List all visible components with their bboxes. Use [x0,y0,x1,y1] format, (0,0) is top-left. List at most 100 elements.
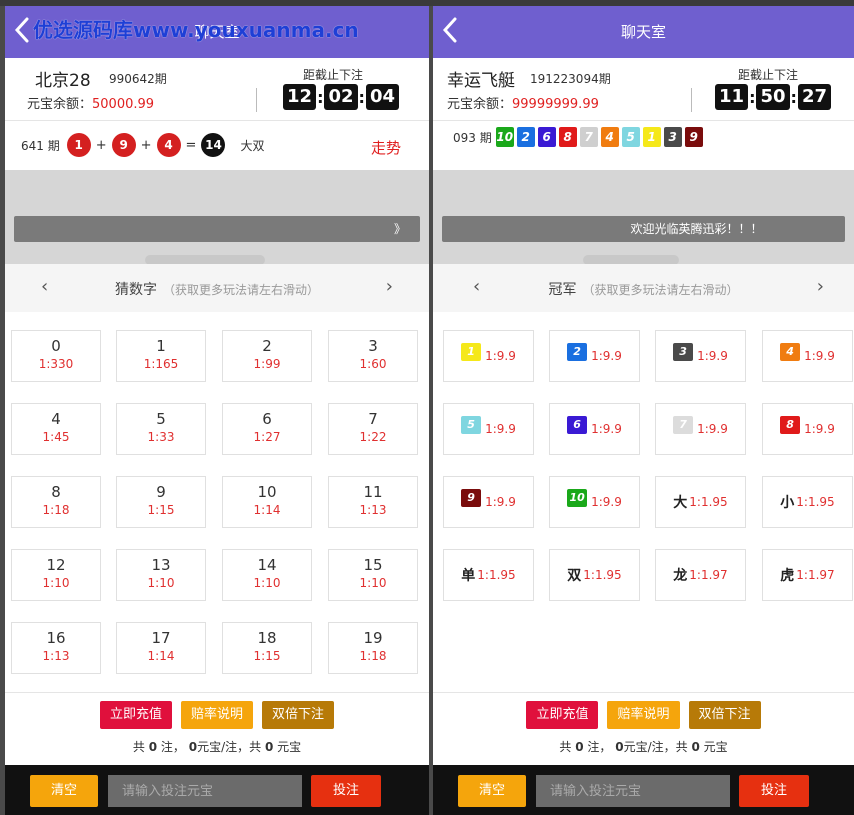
option-odds: 1:22 [359,430,387,444]
timer-minutes: 02 [324,84,358,110]
number-option[interactable]: 11 1:13 [328,476,418,528]
number-chip: 7 [673,416,694,434]
option-number: 7 [368,410,378,428]
trend-link[interactable]: 走势 [371,137,401,158]
timer-hours: 11 [715,84,749,110]
number-option[interactable]: 12 1:10 [11,549,101,601]
number-chip: 9 [461,489,482,507]
champion-option[interactable]: 单 1:1.95 [443,549,534,601]
option-odds: 1:1.95 [796,495,835,509]
champion-option[interactable]: 1 1:9.9 [443,330,534,382]
bet-amount-input[interactable] [536,775,730,807]
recharge-button[interactable]: 立即充值 [99,701,172,729]
number-option[interactable]: 4 1:45 [11,403,101,455]
draw-sum: 14 [201,133,226,157]
bet-amount-input[interactable] [108,775,302,807]
number-option[interactable]: 2 1:99 [222,330,312,382]
number-chip: 10 [567,489,588,507]
option-number: 13 [151,556,171,574]
champion-option[interactable]: 2 1:9.9 [549,330,640,382]
period-number: 191223094期 [530,72,611,86]
champion-option[interactable]: 10 1:9.9 [549,476,640,528]
champion-option[interactable]: 8 1:9.9 [762,403,853,455]
number-option[interactable]: 3 1:60 [328,330,418,382]
double-bet-button[interactable]: 双倍下注 [262,701,335,729]
option-odds: 1:15 [253,649,281,663]
number-option[interactable]: 17 1:14 [116,622,206,674]
option-odds: 1:1.95 [477,568,516,582]
option-odds: 1:1.97 [796,568,835,582]
option-odds: 1:9.9 [697,349,728,363]
number-option[interactable]: 10 1:14 [222,476,312,528]
option-word: 虎 [780,568,795,584]
champion-option[interactable]: 7 1:9.9 [655,403,746,455]
clear-button[interactable]: 清空 [458,775,526,807]
number-option[interactable]: 18 1:15 [222,622,312,674]
champion-option[interactable]: 3 1:9.9 [655,330,746,382]
champion-option[interactable]: 双 1:1.95 [549,549,640,601]
option-odds: 1:10 [147,576,175,590]
play-type-hint: （获取更多玩法请左右滑动） [582,283,739,297]
champion-option[interactable]: 虎 1:1.97 [762,549,853,601]
option-odds: 1:9.9 [804,349,835,363]
bet-button[interactable]: 投注 [311,775,381,807]
header-title: 聊天室 [620,23,666,41]
number-option[interactable]: 7 1:22 [328,403,418,455]
number-option[interactable]: 1 1:165 [116,330,206,382]
number-option[interactable]: 6 1:27 [222,403,312,455]
game-name: 幸运飞艇 [447,71,515,91]
option-odds: 1:13 [42,649,70,663]
odds-info-button[interactable]: 赔率说明 [180,701,253,729]
champion-option[interactable]: 5 1:9.9 [443,403,534,455]
double-bet-button[interactable]: 双倍下注 [688,701,761,729]
bet-button[interactable]: 投注 [739,775,809,807]
option-odds: 1:10 [253,576,281,590]
draw-chip: 7 [579,127,598,147]
play-type-tabbar: ‹ 猜数字 （获取更多玩法请左右滑动） › [5,264,429,312]
champion-option[interactable]: 小 1:1.95 [762,476,853,528]
balance-row: 元宝余额：50000.99 [27,93,154,112]
champion-option[interactable]: 6 1:9.9 [549,403,640,455]
number-option[interactable]: 16 1:13 [11,622,101,674]
countdown-timer: 12 : 02 : 04 [283,84,399,110]
option-odds: 1:1.95 [583,568,622,582]
divider [691,88,692,112]
number-option[interactable]: 15 1:10 [328,549,418,601]
option-number: 3 [368,337,378,355]
champion-option[interactable]: 4 1:9.9 [762,330,853,382]
option-odds: 1:9.9 [485,422,516,436]
deadline-label: 距截止下注 [738,68,799,82]
number-option[interactable]: 0 1:330 [11,330,101,382]
number-chip: 1 [461,343,482,361]
number-option[interactable]: 5 1:33 [116,403,206,455]
number-option[interactable]: 19 1:18 [328,622,418,674]
watermark: 优选源码库www.youxuanma.cn [33,18,359,42]
number-option[interactable]: 9 1:15 [116,476,206,528]
bet-summary: 共 0 注， 0元宝/注，共 0 元宝 [132,740,302,754]
number-option[interactable]: 13 1:10 [116,549,206,601]
option-number: 0 [51,337,61,355]
chat-message-bar: 》 [14,216,420,242]
champion-option[interactable]: 9 1:9.9 [443,476,534,528]
draw-ball: 9 [111,133,136,157]
next-arrow-icon[interactable]: › [386,276,393,297]
bottom-bar: 清空 投注 [5,765,429,815]
number-option[interactable]: 14 1:10 [222,549,312,601]
champion-option[interactable]: 大 1:1.95 [655,476,746,528]
next-arrow-icon[interactable]: › [817,276,824,297]
option-odds: 1:1.95 [689,495,728,509]
number-option[interactable]: 8 1:18 [11,476,101,528]
bet-summary: 共 0 注， 0元宝/注，共 0 元宝 [559,740,728,754]
draw-ball: 4 [156,133,181,157]
champion-option[interactable]: 龙 1:1.97 [655,549,746,601]
option-odds: 1:60 [359,357,387,371]
draw-result: 大双 [240,138,265,153]
odds-info-button[interactable]: 赔率说明 [607,701,680,729]
countdown-timer: 11 : 50 : 27 [715,84,831,110]
draw-chip: 6 [537,127,556,147]
option-number: 18 [257,629,277,647]
draw-chip: 2 [516,127,535,147]
clear-button[interactable]: 清空 [30,775,98,807]
recharge-button[interactable]: 立即充值 [526,701,599,729]
option-odds: 1:14 [253,503,281,517]
